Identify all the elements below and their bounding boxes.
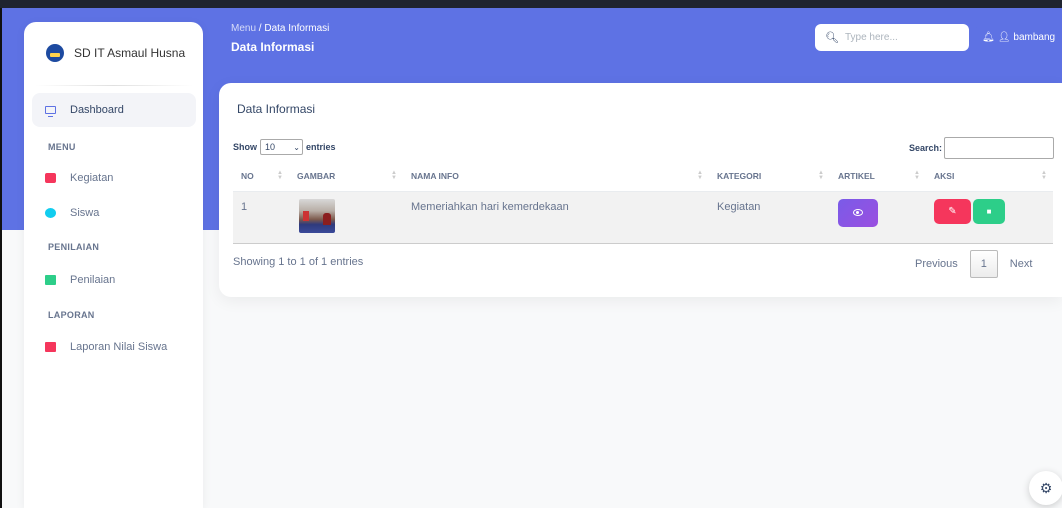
search-input[interactable] [844, 32, 955, 43]
column-label: NO [241, 171, 254, 182]
search-label: Search: [909, 143, 943, 153]
breadcrumb-root[interactable]: Menu [231, 23, 256, 34]
column-label: KATEGORI [717, 171, 762, 182]
sort-icon: ▲ ▼ [1041, 170, 1047, 181]
edit-button[interactable]: ✎ [934, 198, 971, 224]
search-icon: 🔍︎ [825, 32, 839, 44]
header-search[interactable]: 🔍︎ [815, 24, 969, 51]
chevron-down-icon: ⌄ [293, 142, 300, 152]
user-name[interactable]: bambang [1013, 32, 1055, 43]
page-title: Data Informasi [231, 40, 315, 54]
column-header-kategori[interactable]: KATEGORI ▲ ▼ [709, 162, 830, 192]
delete-button[interactable]: ■ [973, 198, 1005, 224]
column-label: GAMBAR [297, 171, 336, 182]
book-icon [45, 275, 56, 285]
sidebar-item-dashboard[interactable]: Dashboard [32, 93, 196, 127]
card-title: Data Informasi [237, 102, 316, 116]
entries-label: entries [306, 142, 336, 152]
sidebar: SD IT Asmaul Husna Dashboard MENU Kegiat… [24, 22, 203, 508]
eye-icon [853, 209, 863, 216]
brand[interactable]: SD IT Asmaul Husna [24, 22, 203, 84]
column-header-aksi[interactable]: AKSI ▲ ▼ [926, 162, 1053, 192]
sort-icon: ▲ ▼ [818, 170, 824, 181]
cell-aksi: ✎ ■ [926, 191, 1053, 244]
data-informasi-card: Data Informasi Show 10 ⌄ entries Search:… [219, 83, 1062, 297]
monitor-icon [45, 106, 56, 117]
breadcrumb-separator: / [258, 23, 262, 34]
column-header-no[interactable]: NO ▲ ▼ [233, 162, 289, 192]
column-label: NAMA INFO [411, 171, 459, 182]
calendar-icon [45, 173, 56, 183]
sidebar-divider [34, 85, 193, 86]
info-thumbnail-image[interactable] [299, 198, 335, 233]
bell-icon[interactable]: 🔔︎ [982, 32, 995, 43]
table-info: Showing 1 to 1 of 1 entries [233, 256, 364, 268]
sort-icon: ▲ ▼ [277, 170, 283, 181]
user-icon [45, 208, 56, 218]
entries-select-value: 10 [265, 142, 276, 152]
entries-select[interactable]: 10 ⌄ [260, 139, 303, 155]
sidebar-item-label: Dashboard [70, 104, 124, 116]
column-label: ARTIKEL [838, 171, 875, 182]
section-penilaian: PENILAIAN [48, 242, 100, 252]
sidebar-item-label: Laporan Nilai Siswa [70, 341, 168, 353]
sidebar-item-label: Siswa [70, 207, 100, 219]
sidebar-item-siswa[interactable]: Siswa [32, 196, 196, 230]
sidebar-item-kegiatan[interactable]: Kegiatan [32, 161, 196, 195]
sidebar-item-label: Kegiatan [70, 172, 114, 184]
window-top-bar [0, 0, 1062, 8]
window-left-edge [0, 8, 2, 508]
sidebar-item-label: Penilaian [70, 274, 116, 286]
sidebar-item-penilaian[interactable]: Penilaian [32, 263, 196, 297]
cell-gambar [289, 191, 403, 244]
cell-kategori: Kegiatan [709, 191, 830, 244]
table-search-input[interactable] [944, 137, 1055, 159]
table-header-row: NO ▲ ▼ GAMBAR ▲ ▼ NAMA INFO ▲ ▼ KATEGORI ▲ ▼ ART… [233, 162, 1053, 192]
sidebar-item-laporan-nilai-siswa[interactable]: Laporan Nilai Siswa [32, 330, 196, 364]
sort-icon: ▲ ▼ [914, 170, 920, 181]
table-row: 1 Memeriahkan hari kemerdekaan Kegiatan … [233, 191, 1053, 244]
section-menu: MENU [48, 142, 76, 152]
table-filter: Search: [909, 137, 1055, 159]
column-header-artikel[interactable]: ARTIKEL ▲ ▼ [830, 162, 926, 192]
settings-gear-icon[interactable]: ⚙ [1029, 471, 1062, 505]
user-icon: 👤︎ [997, 32, 1011, 43]
user-menu[interactable]: 🔔︎ 👤︎ bambang [976, 24, 1062, 51]
column-header-nama-info[interactable]: NAMA INFO ▲ ▼ [403, 162, 709, 192]
school-logo-icon [46, 44, 64, 62]
pagination-next[interactable]: Next [1004, 250, 1039, 278]
sort-icon: ▲ ▼ [697, 170, 703, 181]
pagination-page-current[interactable]: 1 [969, 250, 998, 278]
sort-icon: ▲ ▼ [391, 170, 397, 181]
breadcrumb: Menu / Data Informasi [231, 23, 329, 34]
brand-name: SD IT Asmaul Husna [74, 46, 186, 60]
entries-length: Show 10 ⌄ entries [233, 139, 336, 155]
show-label: Show [233, 142, 257, 152]
section-laporan: LAPORAN [48, 310, 95, 320]
pagination: Previous 1 Next [909, 250, 1038, 278]
trash-icon: ■ [986, 206, 992, 216]
pencil-icon: ✎ [948, 205, 957, 217]
pdf-icon [45, 342, 56, 352]
column-label: AKSI [934, 171, 955, 182]
cell-no: 1 [233, 191, 289, 244]
pagination-previous[interactable]: Previous [909, 250, 964, 278]
data-table: NO ▲ ▼ GAMBAR ▲ ▼ NAMA INFO ▲ ▼ KATEGORI ▲ ▼ ART… [233, 162, 1053, 244]
view-article-button[interactable] [838, 198, 878, 227]
breadcrumb-current: Data Informasi [264, 23, 330, 34]
cell-nama-info: Memeriahkan hari kemerdekaan [403, 191, 709, 244]
cell-artikel [830, 191, 926, 244]
column-header-gambar[interactable]: GAMBAR ▲ ▼ [289, 162, 403, 192]
